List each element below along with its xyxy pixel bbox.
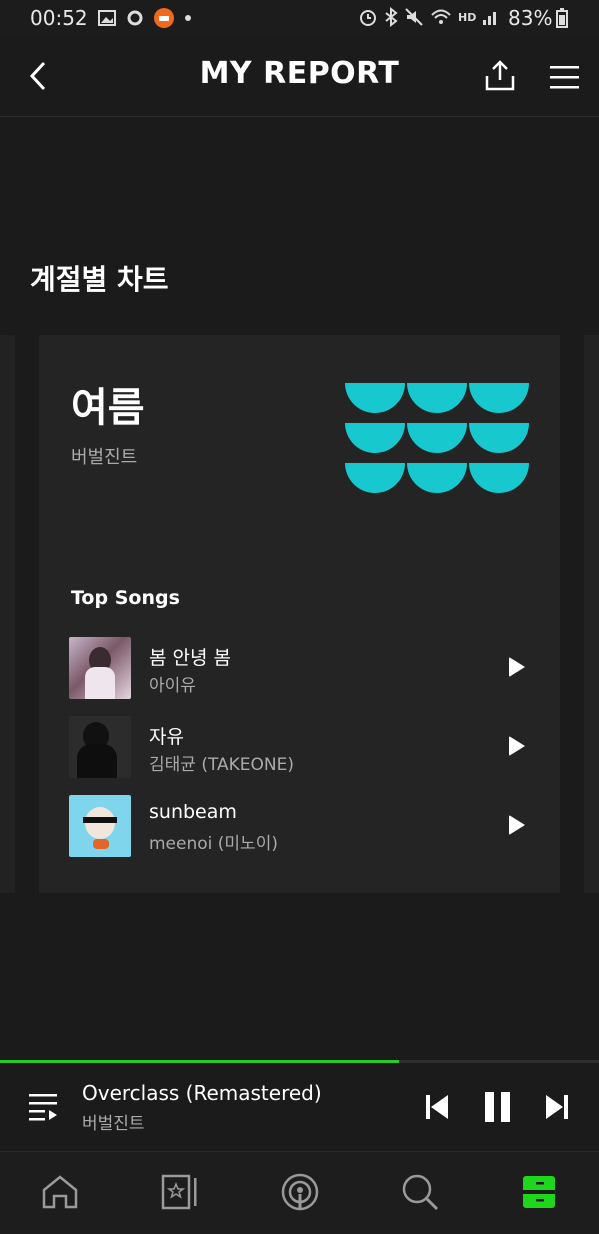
- song-row[interactable]: 봄 안녕 봄 아이유: [69, 637, 529, 699]
- pattern-semicircle: [469, 463, 529, 493]
- season-name: 여름: [71, 385, 145, 431]
- pattern-semicircle: [345, 463, 405, 493]
- pause-icon[interactable]: [484, 1091, 512, 1123]
- my-icon[interactable]: [520, 1172, 560, 1212]
- song-artist: 김태균 (TAKEONE): [149, 755, 295, 775]
- previous-icon[interactable]: [425, 1093, 449, 1121]
- play-icon[interactable]: [509, 657, 525, 677]
- song-row[interactable]: 자유 김태균 (TAKEONE): [69, 716, 529, 778]
- season-artist: 버벌진트: [71, 447, 138, 468]
- settings-icon: [127, 10, 143, 26]
- song-title: 봄 안녕 봄: [149, 647, 231, 669]
- pattern-semicircle: [469, 423, 529, 453]
- now-playing-title: Overclass (Remastered): [82, 1081, 322, 1105]
- gallery-icon: [98, 10, 116, 26]
- more-notifications-icon: [185, 15, 191, 21]
- alarm-icon: [360, 10, 376, 26]
- pattern-semicircle: [407, 423, 467, 453]
- mute-icon: [405, 8, 423, 26]
- pattern-semicircle: [407, 383, 467, 413]
- battery-icon: [556, 8, 569, 28]
- home-icon[interactable]: [40, 1172, 80, 1212]
- pattern-semicircle: [345, 383, 405, 413]
- hd-voice-icon: HD: [458, 10, 477, 24]
- song-title: 자유: [149, 726, 184, 748]
- section-title: 계절별 차트: [30, 263, 169, 296]
- wifi-icon: [431, 9, 451, 24]
- play-icon[interactable]: [509, 815, 525, 835]
- song-title: sunbeam: [149, 801, 237, 823]
- header: MY REPORT: [0, 36, 599, 117]
- song-artist: meenoi (미노이): [149, 834, 278, 854]
- album-art: [69, 795, 131, 857]
- pattern-semicircle: [407, 463, 467, 493]
- next-card[interactable]: [584, 335, 599, 893]
- status-bar: 00:52 HD 83%: [0, 0, 599, 36]
- season-pattern-icon: [345, 383, 529, 493]
- now-playing-artist: 버벌진트: [82, 1114, 145, 1134]
- search-icon[interactable]: [400, 1172, 440, 1212]
- pattern-semicircle: [345, 423, 405, 453]
- bottom-navigation: [0, 1151, 599, 1234]
- top-songs-label: Top Songs: [71, 587, 180, 609]
- status-time: 00:52: [30, 6, 88, 30]
- app-notification-icon: [154, 8, 174, 28]
- mini-player[interactable]: Overclass (Remastered) 버벌진트: [0, 1063, 599, 1151]
- album-art: [69, 637, 131, 699]
- playlist-icon[interactable]: [28, 1093, 60, 1121]
- bluetooth-icon: [385, 7, 398, 27]
- song-row[interactable]: sunbeam meenoi (미노이): [69, 795, 529, 857]
- prev-card[interactable]: [0, 335, 15, 893]
- next-icon[interactable]: [545, 1093, 569, 1121]
- podcast-icon[interactable]: [280, 1172, 320, 1212]
- library-icon[interactable]: [160, 1172, 200, 1212]
- season-card[interactable]: 여름 버벌진트 Top Songs 봄 안녕 봄 아이유 자유 김태균 (TAK…: [39, 335, 560, 893]
- share-icon[interactable]: [484, 58, 516, 92]
- battery-percent: 83%: [508, 6, 553, 30]
- signal-icon: [483, 12, 497, 25]
- play-icon[interactable]: [509, 736, 525, 756]
- pattern-semicircle: [469, 383, 529, 413]
- song-artist: 아이유: [149, 676, 196, 696]
- menu-icon[interactable]: [549, 64, 581, 90]
- album-art: [69, 716, 131, 778]
